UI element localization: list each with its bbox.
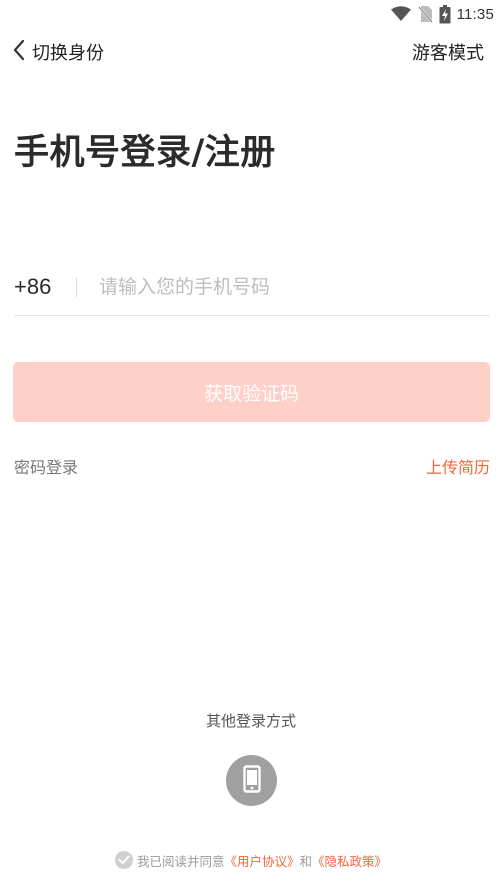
no-sim-icon <box>417 5 433 23</box>
get-verification-code-button[interactable]: 获取验证码 <box>13 362 490 422</box>
other-login-title: 其他登录方式 <box>205 712 296 730</box>
status-bar: 11:35 <box>0 0 502 28</box>
agreement-conjunction: 和 <box>299 853 313 869</box>
status-icons: 11:35 <box>390 4 494 24</box>
guest-mode-button[interactable]: 游客模式 <box>412 36 484 68</box>
agreement-row: 我已阅读并同意 《用户协议》 和 《隐私政策》 <box>0 849 502 871</box>
status-time: 11:35 <box>456 5 494 23</box>
phone-number-input[interactable] <box>99 266 490 307</box>
page-title: 手机号登录/注册 <box>14 133 276 173</box>
mobile-phone-icon <box>242 764 261 797</box>
agreement-prefix: 我已阅读并同意 <box>136 853 225 869</box>
switch-identity-button[interactable]: 切换身份 <box>12 36 104 68</box>
phone-input-row: +86 <box>14 258 490 316</box>
nav-bar: 切换身份 游客模式 <box>0 36 502 68</box>
user-agreement-link[interactable]: 《用户协议》 <box>224 851 299 870</box>
upload-resume-link[interactable]: 上传简历 <box>426 454 490 478</box>
battery-charging-icon <box>439 4 451 24</box>
secondary-links-row: 密码登录 上传简历 <box>14 452 490 480</box>
chevron-left-icon <box>12 39 26 65</box>
privacy-policy-link[interactable]: 《隐私政策》 <box>312 851 387 870</box>
input-divider <box>76 276 77 297</box>
password-login-link[interactable]: 密码登录 <box>14 454 78 478</box>
phone-login-button[interactable] <box>226 755 277 806</box>
country-code-selector[interactable]: +86 <box>14 274 76 300</box>
switch-identity-label: 切换身份 <box>32 43 104 64</box>
wifi-icon <box>390 6 411 22</box>
check-circle-icon[interactable] <box>114 851 133 869</box>
